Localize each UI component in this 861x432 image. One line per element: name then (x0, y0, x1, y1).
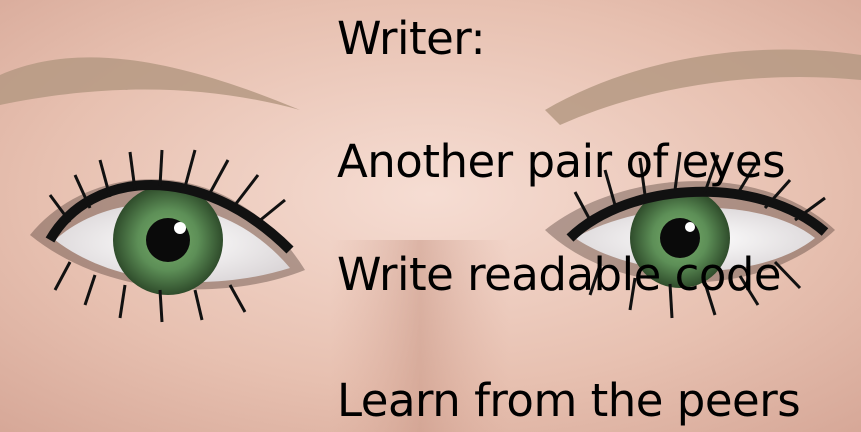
bullet-another-pair-of-eyes: Another pair of eyes (337, 135, 786, 188)
bullet-write-readable-code: Write readable code (337, 248, 782, 301)
bullet-learn-from-peers: Learn from the peers (337, 374, 801, 427)
slide: Writer: Another pair of eyes Write reada… (0, 0, 861, 432)
slide-heading: Writer: (337, 12, 486, 65)
